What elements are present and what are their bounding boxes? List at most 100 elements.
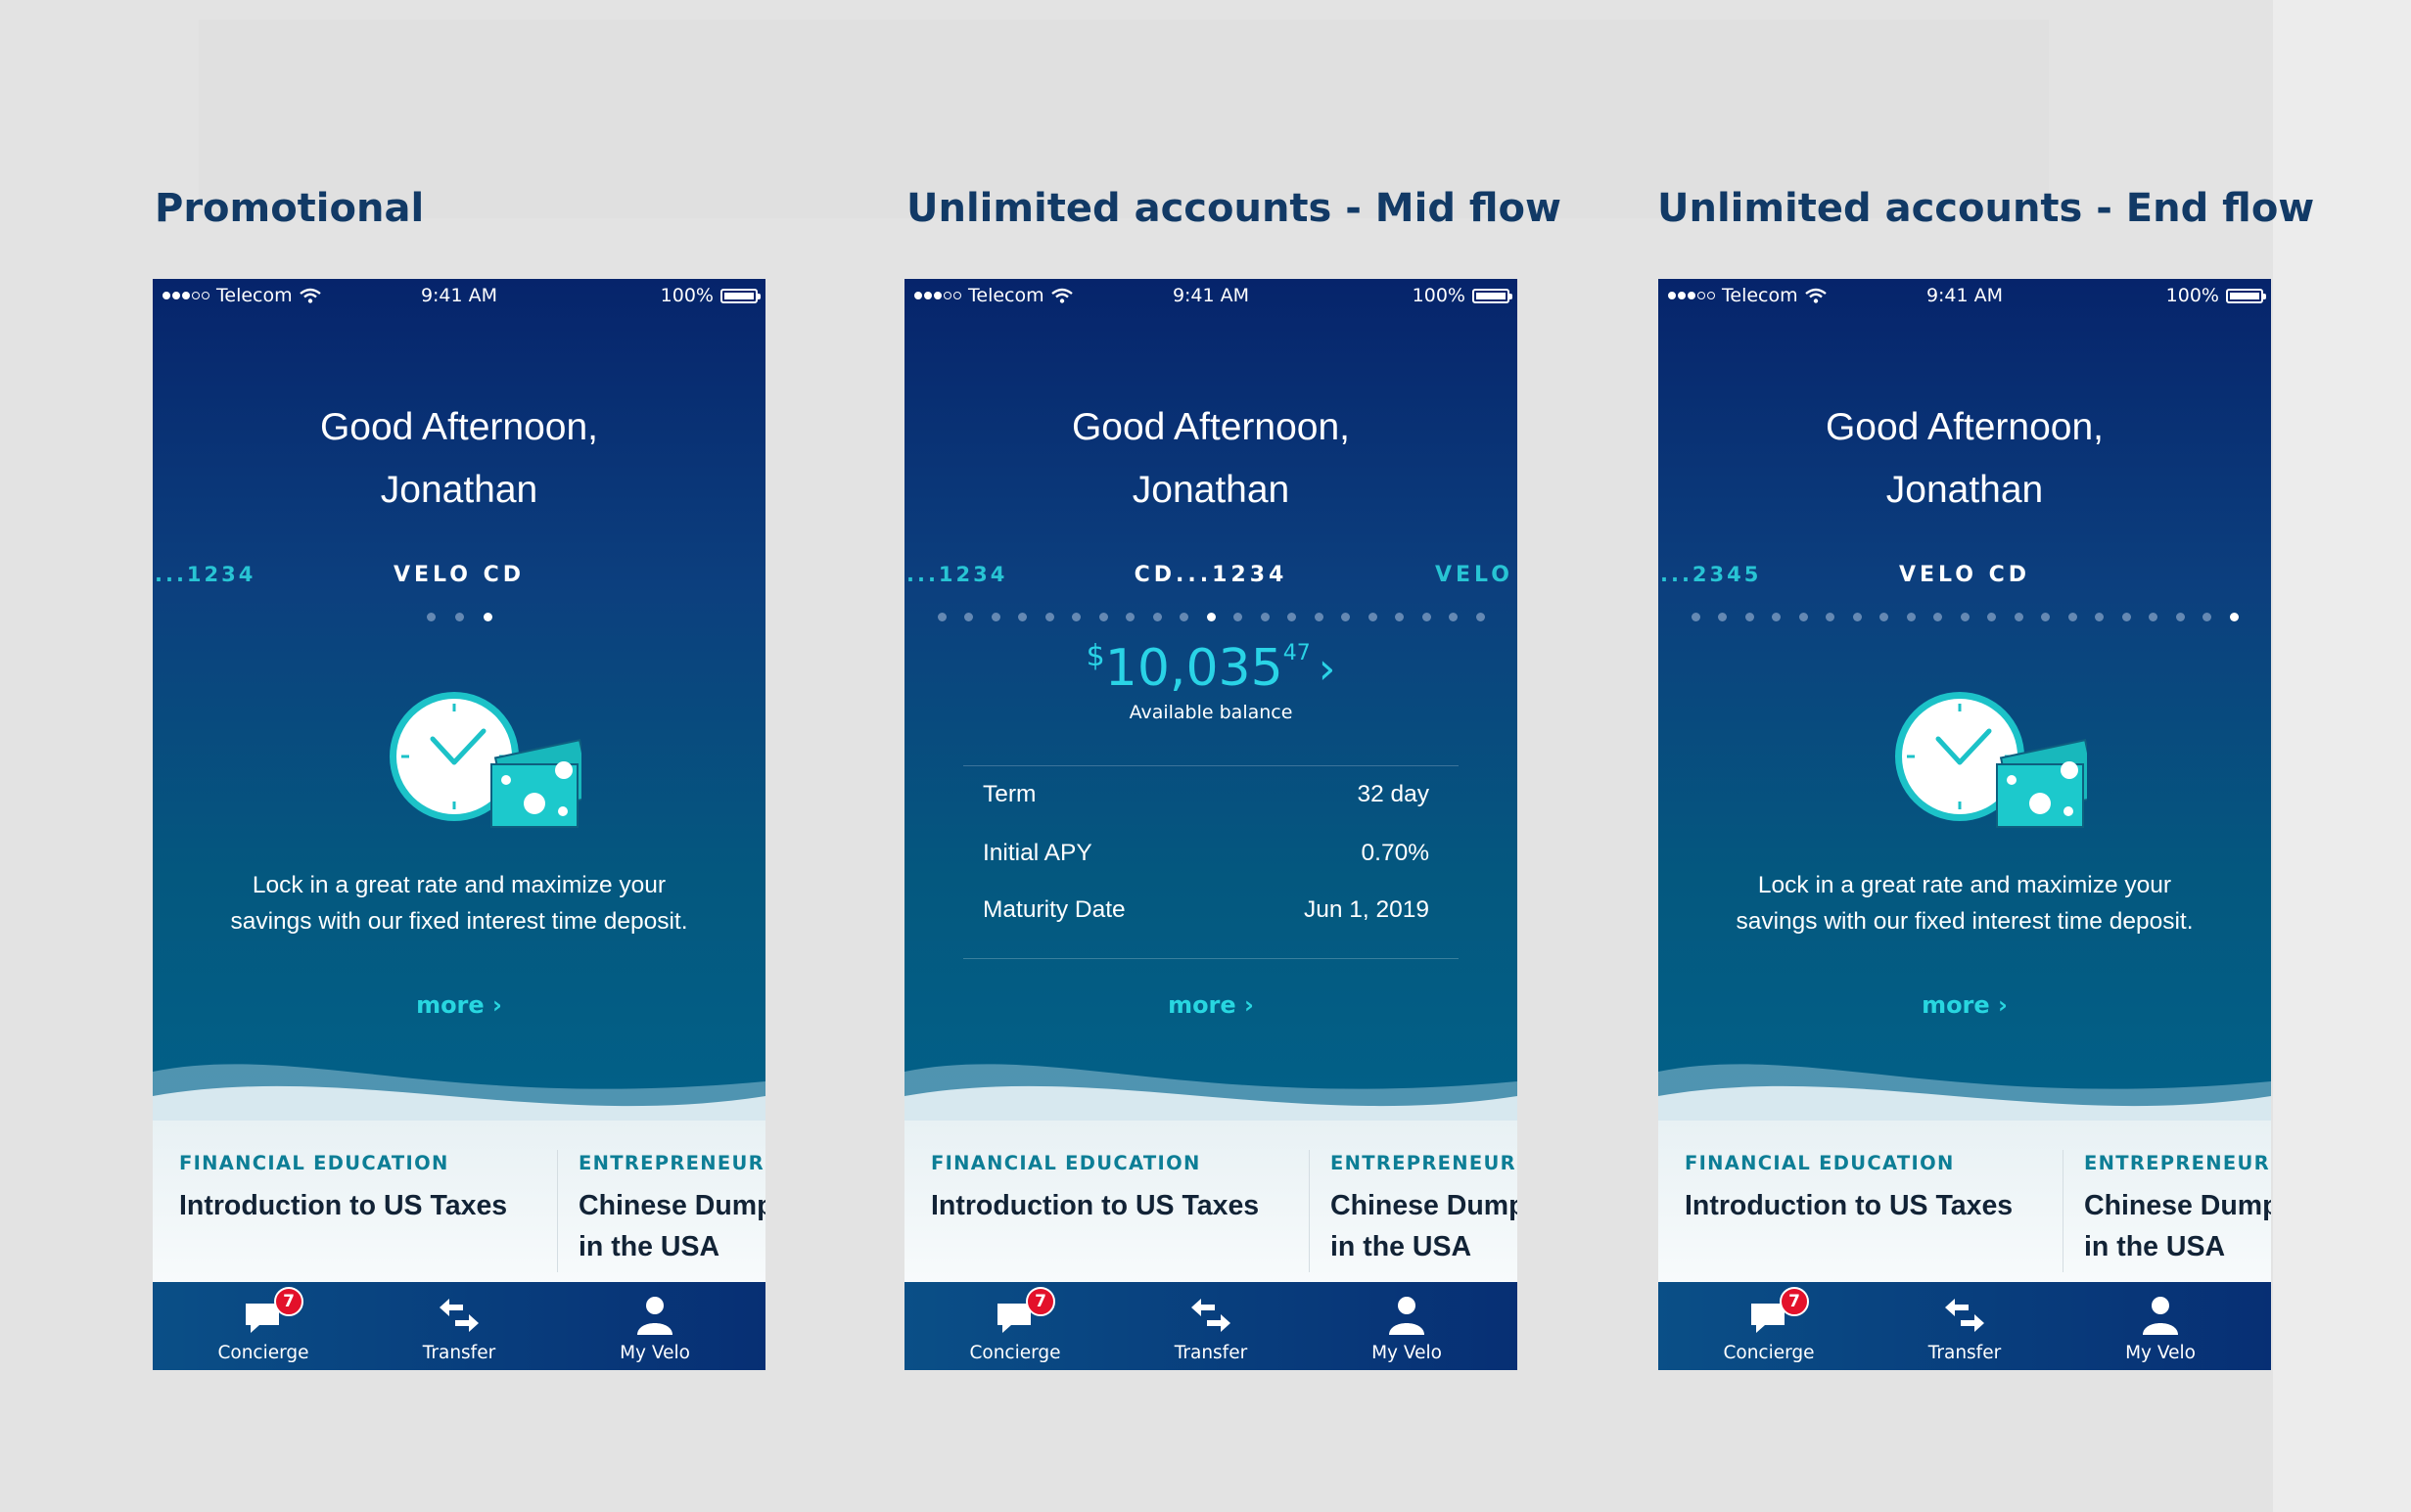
page-dot[interactable] — [1744, 613, 1754, 621]
detail-row-maturity: Maturity Date Jun 1, 2019 — [983, 896, 1429, 924]
balance-cents: 47 — [1282, 641, 1311, 665]
page-indicator[interactable] — [153, 613, 765, 621]
greeting-name: Jonathan — [1132, 469, 1290, 511]
card-divider — [1309, 1150, 1310, 1272]
page-dot[interactable] — [1772, 613, 1781, 621]
clock-money-icon — [390, 692, 581, 828]
page-dot[interactable] — [1126, 613, 1135, 621]
page-dot-active[interactable] — [2229, 613, 2239, 621]
tab-concierge[interactable]: 7 Concierge — [165, 1282, 361, 1370]
page-dot[interactable] — [1018, 613, 1027, 621]
page-dot[interactable] — [454, 613, 464, 621]
page-dot[interactable] — [1826, 613, 1834, 621]
tab-bar: 7 Concierge Transfer My Velo — [153, 1282, 765, 1370]
page-dot[interactable] — [1395, 613, 1404, 621]
balance-amount[interactable]: $10,03547 › — [904, 639, 1517, 698]
tab-label: Concierge — [969, 1343, 1061, 1363]
page-dot[interactable] — [1152, 613, 1162, 621]
tab-transfer[interactable]: Transfer — [361, 1282, 557, 1370]
account-tab-next[interactable]: VELO — [1435, 563, 1513, 587]
tab-transfer[interactable]: Transfer — [1867, 1282, 2063, 1370]
page-dot[interactable] — [1260, 613, 1270, 621]
page-dot[interactable] — [1852, 613, 1862, 621]
tab-concierge[interactable]: 7 Concierge — [917, 1282, 1113, 1370]
account-tab-current[interactable]: VELO CD — [153, 563, 765, 587]
page-dot[interactable] — [1798, 613, 1808, 621]
battery-percent: 100% — [1412, 285, 1465, 306]
page-dot[interactable] — [1233, 613, 1242, 621]
article-title: Introduction to US Taxes — [179, 1190, 508, 1221]
page-dot[interactable] — [991, 613, 1000, 621]
page-dot[interactable] — [2202, 613, 2211, 621]
article-category: FINANCIAL EDUCATION — [931, 1152, 1201, 1174]
page-dot[interactable] — [1879, 613, 1888, 621]
page-dot[interactable] — [1341, 613, 1350, 621]
tab-label: Transfer — [422, 1343, 496, 1363]
article-title: Chinese Dumplings in the USA — [1330, 1190, 1517, 1262]
detail-row-term: Term 32 day — [983, 781, 1429, 808]
screen-title-mid-flow: Unlimited accounts - Mid flow — [906, 186, 1561, 231]
page-dot[interactable] — [1180, 613, 1188, 621]
page-dot[interactable] — [937, 613, 947, 621]
page-dot[interactable] — [2121, 613, 2131, 621]
detail-value: 0.70% — [1361, 840, 1429, 866]
page-dot[interactable] — [1960, 613, 1970, 621]
page-dot[interactable] — [2067, 613, 2077, 621]
page-dot[interactable] — [2014, 613, 2023, 621]
phone-screen-promotional: Telecom 9:41 AM 100% Good Afternoon, Jon… — [153, 279, 765, 1370]
page-dot[interactable] — [1449, 613, 1458, 621]
account-tab-current[interactable]: VELO CD — [1658, 563, 2271, 587]
page-dot[interactable] — [2175, 613, 2185, 621]
page-dot[interactable] — [1475, 613, 1485, 621]
page-indicator[interactable] — [904, 613, 1517, 621]
article-title: Introduction to US Taxes — [1685, 1190, 2014, 1221]
page-dot[interactable] — [1987, 613, 1996, 621]
page-dot[interactable] — [2149, 613, 2157, 621]
page-dot[interactable] — [964, 613, 973, 621]
tab-label: Concierge — [1723, 1343, 1815, 1363]
page-dot[interactable] — [1421, 613, 1431, 621]
tab-transfer[interactable]: Transfer — [1113, 1282, 1309, 1370]
article-card[interactable]: FINANCIAL EDUCATION Introduction to US T… — [1685, 1121, 2057, 1287]
page-dot[interactable] — [1718, 613, 1727, 621]
tab-my-velo[interactable]: My Velo — [2063, 1282, 2258, 1370]
page-dot[interactable] — [1314, 613, 1323, 621]
page-dot-active[interactable] — [1206, 613, 1216, 621]
page-dot-active[interactable] — [483, 613, 492, 621]
more-link[interactable]: more › — [153, 991, 765, 1019]
article-card[interactable]: FINANCIAL EDUCATION Introduction to US T… — [931, 1121, 1303, 1287]
article-card[interactable]: FINANCIAL EDUCATION Introduction to US T… — [179, 1121, 551, 1287]
page-dot[interactable] — [1072, 613, 1081, 621]
more-link[interactable]: more › — [904, 991, 1517, 1019]
page-dot[interactable] — [426, 613, 436, 621]
article-carousel: FINANCIAL EDUCATION Introduction to US T… — [904, 1121, 1517, 1287]
transfer-arrows-icon — [440, 1299, 479, 1332]
page-dot[interactable] — [1287, 613, 1296, 621]
page-dot[interactable] — [1691, 613, 1700, 621]
divider — [963, 958, 1459, 959]
page-dot[interactable] — [1368, 613, 1377, 621]
battery-percent: 100% — [660, 285, 714, 306]
page-dot[interactable] — [1933, 613, 1942, 621]
phone-screen-mid-flow: Telecom 9:41 AM 100% Good Afternoon, Jon… — [904, 279, 1517, 1370]
account-tab-current[interactable]: CD...1234 — [904, 563, 1517, 587]
article-card[interactable]: ENTREPRENEURSHIP Chinese Dumplings in th… — [579, 1121, 765, 1287]
tab-concierge[interactable]: 7 Concierge — [1671, 1282, 1867, 1370]
page-dot[interactable] — [1906, 613, 1916, 621]
promo-line-2: savings with our fixed interest time dep… — [230, 908, 688, 935]
page-dot[interactable] — [2041, 613, 2050, 621]
tab-my-velo[interactable]: My Velo — [1309, 1282, 1505, 1370]
tab-my-velo[interactable]: My Velo — [557, 1282, 753, 1370]
page-indicator[interactable] — [1658, 613, 2271, 621]
user-icon — [1389, 1297, 1424, 1335]
article-title: Chinese Dumplings in the USA — [2084, 1190, 2271, 1262]
page-dot[interactable] — [1098, 613, 1108, 621]
notification-badge: 7 — [1026, 1287, 1055, 1316]
page-dot[interactable] — [1044, 613, 1054, 621]
greeting: Good Afternoon, Jonathan — [1658, 396, 2271, 522]
page-dot[interactable] — [2095, 613, 2104, 621]
article-card[interactable]: ENTREPRENEURSHIP Chinese Dumplings in th… — [1330, 1121, 1517, 1287]
article-card[interactable]: ENTREPRENEURSHIP Chinese Dumplings in th… — [2084, 1121, 2271, 1287]
more-link[interactable]: more › — [1658, 991, 2271, 1019]
detail-label: Maturity Date — [983, 896, 1126, 923]
